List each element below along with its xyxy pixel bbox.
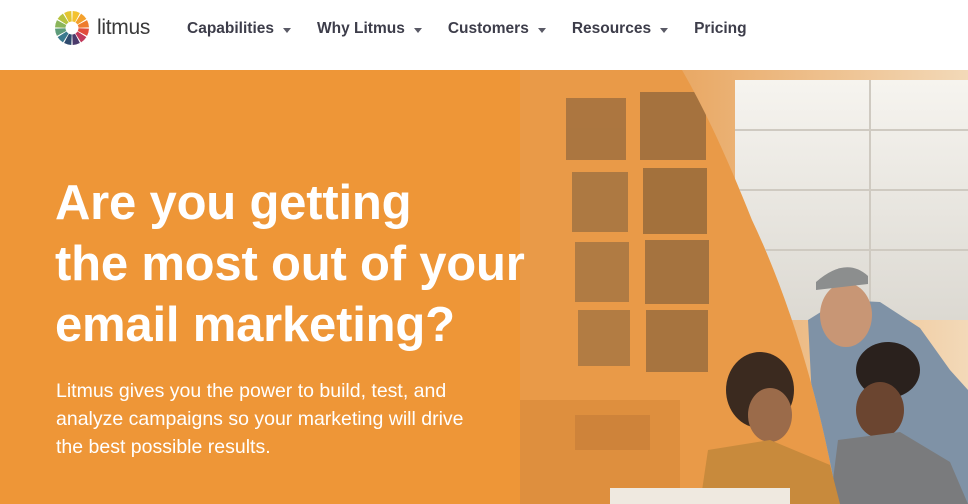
caret-down-icon (660, 27, 669, 33)
nav-item-label: Resources (571, 20, 652, 37)
subcopy-line: Litmus gives you the power to build, tes… (56, 380, 447, 402)
subcopy-line: analyze campaigns so your marketing will… (56, 408, 464, 430)
nav-resources[interactable]: Resources (571, 19, 669, 39)
hero-headline: Are you getting the most out of your ema… (55, 173, 615, 356)
nav-pricing[interactable]: Pricing (694, 19, 747, 39)
main-nav: Capabilities Why Litmus Customers Resour… (187, 19, 773, 39)
headline-line: the most out of your (55, 237, 525, 291)
caret-down-icon (283, 27, 291, 33)
nav-item-label: Capabilities (187, 20, 274, 37)
nav-customers[interactable]: Customers (448, 19, 546, 39)
nav-item-label: Why Litmus (317, 20, 405, 37)
headline-line: Are you getting (55, 176, 412, 230)
nav-item-label: Customers (447, 20, 529, 37)
nav-capabilities[interactable]: Capabilities (187, 19, 291, 39)
litmus-color-wheel-icon (54, 10, 90, 46)
nav-why-litmus[interactable]: Why Litmus (317, 19, 422, 39)
caret-down-icon (413, 27, 422, 33)
hero-subcopy: Litmus gives you the power to build, tes… (56, 377, 536, 461)
hero-section: Are you getting the most out of your ema… (0, 70, 968, 504)
litmus-logo[interactable]: litmus (54, 10, 150, 46)
site-header: litmus Capabilities Why Litmus Customers… (0, 0, 968, 70)
subcopy-line: the best possible results. (56, 436, 271, 458)
brand-name: litmus (97, 16, 151, 39)
nav-item-label: Pricing (694, 20, 747, 37)
caret-down-icon (537, 27, 546, 33)
headline-line: email marketing? (55, 298, 455, 352)
